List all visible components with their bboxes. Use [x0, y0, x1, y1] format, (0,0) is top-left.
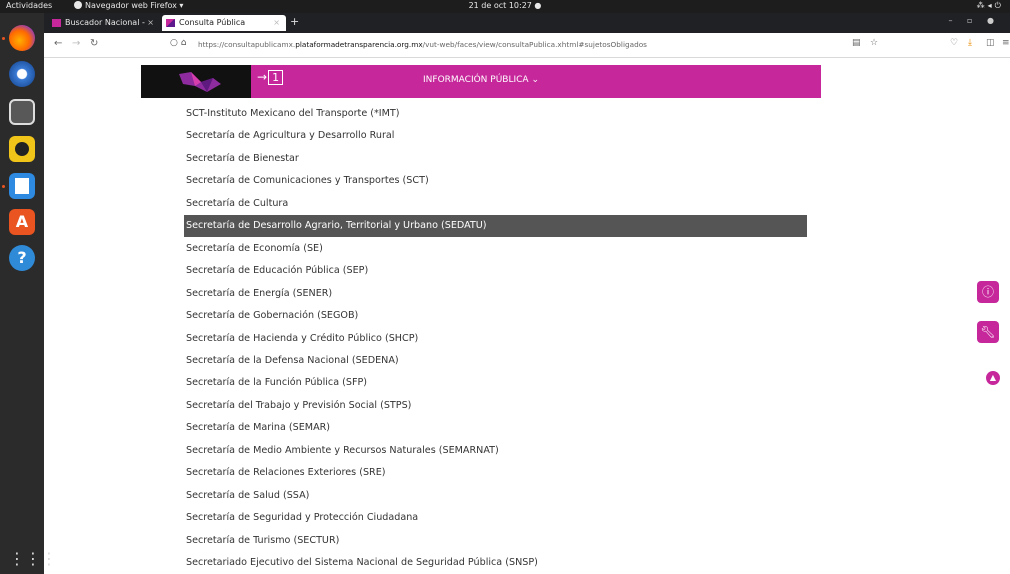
bookmark-star-icon[interactable]: ☆ [870, 38, 878, 48]
list-item[interactable]: Secretaría de Gobernación (SEGOB) [186, 305, 807, 327]
url-text[interactable]: https://consultapublicamx.plataformadetr… [198, 40, 647, 49]
list-item[interactable]: Secretaría de Cultura [186, 193, 807, 215]
list-item[interactable]: Secretaría de Medio Ambiente y Recursos … [186, 440, 807, 462]
list-item[interactable]: Secretaría de Economía (SE) [186, 238, 807, 260]
tab-consulta-publica[interactable]: Consulta Pública × [162, 15, 286, 31]
lock-icon[interactable]: ○ ⌂ [170, 38, 186, 48]
list-item[interactable]: Secretaría de Bienestar [186, 148, 807, 170]
volume-icon: ◂ [987, 1, 995, 10]
writer-dock-icon[interactable] [9, 173, 35, 199]
list-item[interactable]: Secretaría de la Función Pública (SFP) [186, 372, 807, 394]
window-controls[interactable]: – ▫ ● [949, 16, 1001, 25]
list-item[interactable]: Secretaría de Salud (SSA) [186, 485, 807, 507]
list-item[interactable]: Secretaría de Educación Pública (SEP) [186, 260, 807, 282]
list-item[interactable]: Secretaría del Trabajo y Previsión Socia… [186, 395, 807, 417]
list-item[interactable]: Secretaría de Comunicaciones y Transport… [186, 170, 807, 192]
pnt-favicon-icon [166, 19, 175, 27]
sidebar-icon[interactable]: ◫ [986, 38, 995, 48]
new-tab-button[interactable]: + [290, 15, 299, 28]
chevron-up-icon: ▲ [989, 373, 997, 382]
list-item[interactable]: Secretaría de Desarrollo Agrario, Territ… [184, 215, 807, 238]
system-top-bar: Actividades Navegador web Firefox ▾ 21 d… [0, 0, 1010, 13]
alert-button[interactable]: ⓘ [977, 281, 999, 303]
system-tray[interactable]: ⁂◂⏻ [977, 1, 1004, 11]
list-item[interactable]: Secretaría de Hacienda y Crédito Público… [186, 328, 807, 350]
tab-buscador-nacional[interactable]: Buscador Nacional - PNT × [48, 15, 160, 43]
files-dock-icon[interactable] [9, 99, 35, 125]
power-icon: ⏻ [994, 1, 1004, 10]
clock[interactable]: 21 de oct 10:27 ● [0, 1, 1010, 10]
network-icon: ⁂ [976, 1, 988, 10]
list-item[interactable]: Secretaría de Marina (SEMAR) [186, 417, 807, 439]
software-center-dock-icon[interactable]: A [9, 209, 35, 235]
tab-label: Consulta Pública [179, 18, 246, 27]
info-publica-menu[interactable]: INFORMACIÓN PÚBLICA ⌄ [141, 75, 821, 85]
running-indicator [2, 185, 5, 188]
url-bar[interactable]: ○ ⌂ https://consultapublicamx.plataforma… [162, 36, 886, 54]
help-dock-icon[interactable]: ? [9, 245, 35, 271]
list-item[interactable]: Secretaría de la Defensa Nacional (SEDEN… [186, 350, 807, 372]
menu-icon[interactable]: ≡ [1002, 38, 1010, 48]
reader-view-icon[interactable]: ▤ [852, 38, 861, 48]
site-header: → 1 INFORMACIÓN PÚBLICA ⌄ [141, 65, 821, 98]
tools-button[interactable]: 🔧︎ [977, 321, 999, 343]
navigation-bar: ← → ↻ ○ ⌂ https://consultapublicamx.plat… [44, 33, 1010, 58]
pnt-favicon-icon [52, 19, 61, 27]
rhythmbox-dock-icon[interactable] [9, 136, 35, 162]
downloads-icon[interactable]: ⤓ [968, 38, 972, 48]
list-item[interactable]: Secretaría de Turismo (SECTUR) [186, 530, 807, 552]
list-item[interactable]: Secretaría de Seguridad y Protección Ciu… [186, 507, 807, 529]
firefox-dock-icon[interactable] [9, 25, 35, 51]
list-item[interactable]: Secretaría de Energía (SENER) [186, 283, 807, 305]
list-item[interactable]: Secretaría de Relaciones Exteriores (SRE… [186, 462, 807, 484]
alert-icon: ⓘ [981, 285, 994, 299]
reload-icon[interactable]: ↻ [90, 38, 98, 49]
list-item[interactable]: SCT-Instituto Mexicano del Transporte (*… [186, 103, 807, 125]
forward-icon[interactable]: → [72, 38, 80, 49]
wrench-icon: 🔧︎ [980, 325, 996, 339]
thunderbird-dock-icon[interactable] [9, 61, 35, 87]
pocket-icon[interactable]: ♡ [950, 38, 958, 48]
tab-strip: Buscador Nacional - PNT × Consulta Públi… [44, 13, 1010, 43]
running-indicator [2, 37, 5, 40]
dock: A ? ⋮⋮⋮ [0, 13, 57, 574]
tab-close-icon[interactable]: × [273, 15, 280, 31]
list-item[interactable]: Secretariado Ejecutivo del Sistema Nacio… [186, 552, 807, 574]
tab-close-icon[interactable]: × [147, 15, 154, 31]
show-apps-grid-icon[interactable]: ⋮⋮⋮ [9, 546, 57, 572]
list-item[interactable]: Secretaría de Agricultura y Desarrollo R… [186, 125, 807, 147]
scroll-top-button[interactable]: ▲ [986, 371, 1000, 385]
back-icon[interactable]: ← [54, 38, 62, 49]
